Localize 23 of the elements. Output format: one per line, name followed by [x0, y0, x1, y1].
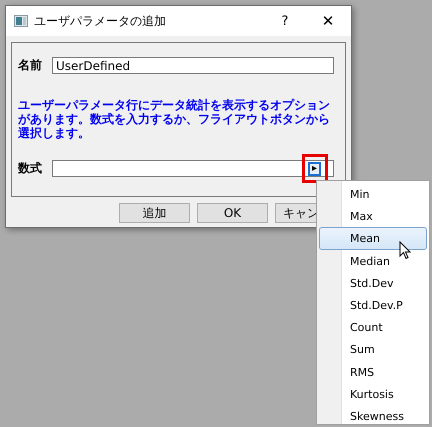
flyout-button[interactable]: ▸ [308, 162, 321, 176]
close-button[interactable]: ✕ [305, 7, 351, 35]
menu-item[interactable]: Skewness [319, 404, 427, 427]
menu-item[interactable]: Mean [319, 227, 427, 250]
name-field[interactable]: UserDefined [52, 57, 334, 74]
menu-item[interactable]: Median [319, 250, 427, 272]
dialog-button[interactable]: OK [197, 203, 268, 223]
menu-item[interactable]: Kurtosis [319, 382, 427, 405]
menu-item[interactable]: Count [319, 316, 427, 338]
dialog-button[interactable]: 追加 [119, 203, 190, 223]
menu-item[interactable]: Std.Dev.P [319, 294, 427, 316]
name-label: 名前 [18, 57, 43, 74]
hint-text: ユーザーパラメータ行にデータ統計を表示するオプションがあります。数式を入力するか、フライアウトボタンから選択します。 [18, 98, 331, 140]
help-button[interactable]: ? [265, 7, 305, 35]
formula-label: 数式 [18, 160, 43, 177]
menu-item[interactable]: Sum [319, 338, 427, 360]
menu-item[interactable]: Min [319, 183, 427, 206]
formula-field[interactable]: ▸ [52, 160, 334, 177]
menu-item[interactable]: RMS [319, 360, 427, 383]
cursor-icon [399, 241, 411, 260]
window-icon [14, 15, 28, 27]
menu-item[interactable]: Std.Dev [319, 272, 427, 294]
window-title: ユーザパラメータの追加 [34, 12, 167, 30]
